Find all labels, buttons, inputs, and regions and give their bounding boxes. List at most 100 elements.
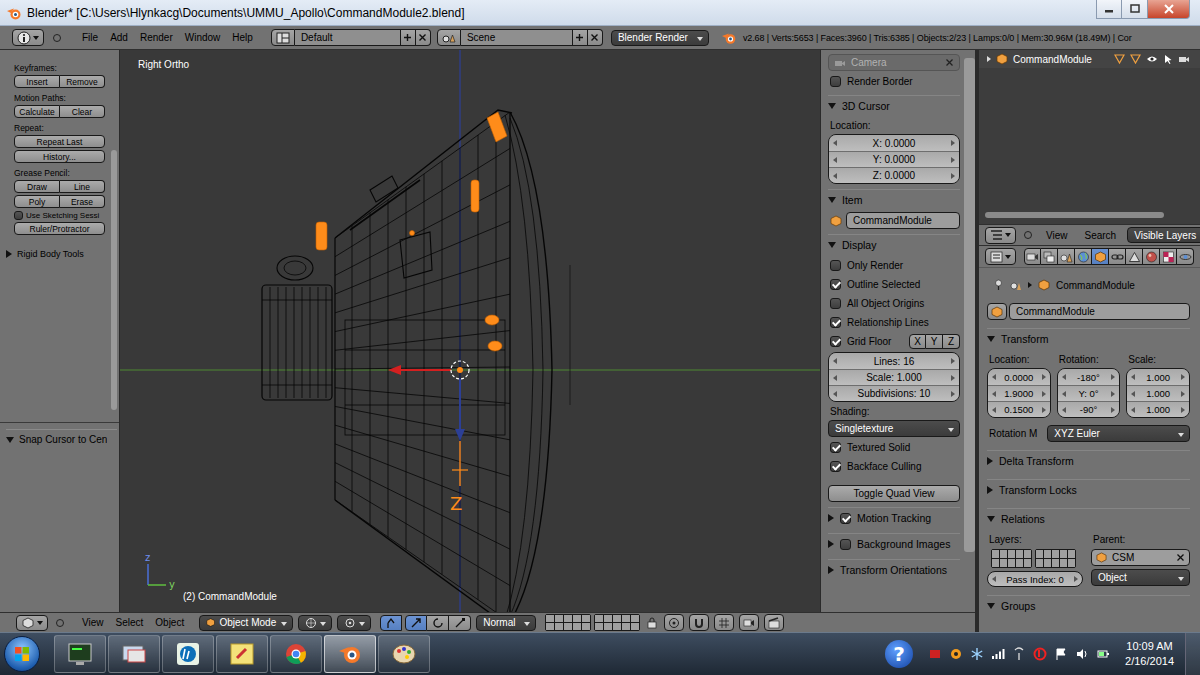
pin-icon[interactable] xyxy=(993,279,1004,291)
layer-toggle[interactable] xyxy=(1016,550,1023,558)
menu-item[interactable]: Help xyxy=(226,32,259,43)
display-mode-dropdown[interactable]: Visible Layers xyxy=(1127,227,1200,243)
layer-toggle[interactable] xyxy=(595,615,603,622)
checkbox-row[interactable]: Render Border xyxy=(828,73,960,90)
layer-toggle[interactable] xyxy=(1000,559,1007,567)
layer-toggle[interactable] xyxy=(613,615,621,622)
panel-header[interactable]: Groups xyxy=(987,595,1190,616)
panel-header[interactable]: Snap Cursor to Cen xyxy=(6,429,117,445)
layer-toggle[interactable] xyxy=(992,559,999,567)
snap-element-button[interactable] xyxy=(714,614,734,631)
layout-browse-button[interactable] xyxy=(271,29,295,46)
layer-toggle[interactable] xyxy=(622,615,630,622)
scene-browse-button[interactable] xyxy=(437,29,461,46)
render-animation-button[interactable] xyxy=(764,614,784,631)
menu-item[interactable]: Object xyxy=(149,617,190,628)
scrollbar[interactable] xyxy=(964,50,975,612)
beats-icon[interactable] xyxy=(1033,647,1047,661)
panel-header[interactable]: Delta Transform xyxy=(987,450,1190,471)
panel-header[interactable]: Background Images xyxy=(828,533,960,554)
app-tray-icon[interactable] xyxy=(928,647,942,661)
layer-toggle[interactable] xyxy=(1008,550,1015,558)
menu-item[interactable]: Render xyxy=(134,32,179,43)
checkbox-row[interactable]: Grid Floor xyxy=(828,333,891,350)
lock-icon[interactable] xyxy=(645,616,659,630)
object-name-field[interactable]: CommandModule xyxy=(846,212,960,229)
panel-header[interactable]: Display xyxy=(828,234,960,255)
tool-button[interactable]: Calculate xyxy=(14,105,60,118)
layer-toggle[interactable] xyxy=(546,615,554,622)
number-field[interactable]: Subdivisions: 10 xyxy=(829,385,959,401)
layer-toggle[interactable] xyxy=(631,623,639,630)
tool-button[interactable]: Ruler/Protractor xyxy=(14,222,105,235)
layer-toggle[interactable] xyxy=(613,623,621,630)
parent-type-dropdown[interactable]: Object xyxy=(1091,569,1190,586)
object-datablock-button[interactable] xyxy=(987,303,1007,320)
layer-toggle[interactable] xyxy=(622,623,630,630)
collapse-menus-icon[interactable] xyxy=(55,618,65,628)
layer-toggle[interactable] xyxy=(573,615,581,622)
camera-icon[interactable] xyxy=(1178,54,1190,64)
layer-toggle[interactable] xyxy=(573,623,581,630)
start-button[interactable] xyxy=(4,636,40,672)
scale-button[interactable] xyxy=(449,615,471,631)
layers-tab[interactable] xyxy=(1041,248,1058,265)
layer-toggle[interactable] xyxy=(1000,550,1007,558)
physics-tab[interactable] xyxy=(1177,248,1194,265)
number-field[interactable]: 1.000 xyxy=(1127,369,1189,385)
layer-toggle[interactable] xyxy=(631,615,639,622)
outliner-row[interactable]: CommandModule xyxy=(979,50,1200,68)
remove-layout-button[interactable] xyxy=(416,29,431,46)
number-field[interactable]: 1.000 xyxy=(1127,385,1189,401)
data-tab[interactable] xyxy=(1126,248,1143,265)
power-icon[interactable] xyxy=(1096,647,1110,661)
panel-header[interactable]: Motion Tracking xyxy=(828,507,960,528)
pivot-point-dropdown[interactable] xyxy=(337,615,371,631)
checkbox[interactable] xyxy=(840,513,851,524)
panel-header[interactable]: Relations xyxy=(987,508,1190,529)
menu-item[interactable]: View xyxy=(76,617,110,628)
render-opengl-button[interactable] xyxy=(739,614,759,631)
layer-toggle[interactable] xyxy=(1052,550,1059,558)
viewport[interactable]: ZzyRight Ortho(2) CommandModule xyxy=(120,50,820,612)
texture-tab[interactable] xyxy=(1160,248,1177,265)
number-field[interactable]: Y: 0° xyxy=(1058,385,1120,401)
axis-toggle[interactable]: X xyxy=(909,334,926,349)
layer-toggle[interactable] xyxy=(1068,550,1075,558)
checkbox[interactable] xyxy=(830,298,841,309)
snap-button[interactable] xyxy=(689,614,709,631)
panel-header[interactable]: 3D Cursor xyxy=(828,95,960,116)
transform-orientation-dropdown[interactable]: Normal xyxy=(476,615,536,631)
clock[interactable]: 10:09 AM2/16/2014 xyxy=(1125,639,1174,669)
checkbox-row[interactable]: Textured Solid xyxy=(828,439,960,456)
minimize-button[interactable] xyxy=(1096,0,1122,19)
axis-toggle[interactable]: Z xyxy=(943,334,960,349)
add-scene-button[interactable] xyxy=(573,29,588,46)
command-module-wireframe[interactable]: Zzy xyxy=(120,50,820,612)
collapse-menus-icon[interactable] xyxy=(1023,230,1033,240)
palette-taskbar-button[interactable] xyxy=(378,635,430,673)
panel-header[interactable]: Transform Locks xyxy=(987,479,1190,500)
checkbox-row[interactable]: Backface Culling xyxy=(828,458,960,475)
number-field[interactable]: X: 0.0000 xyxy=(829,135,959,151)
layer-toggle[interactable] xyxy=(546,623,554,630)
checkbox[interactable] xyxy=(840,539,851,550)
viewport-shading-dropdown[interactable] xyxy=(298,615,332,631)
translate-button[interactable] xyxy=(405,615,427,631)
layer-toggle[interactable] xyxy=(1036,559,1043,567)
tool-button[interactable]: Insert xyxy=(14,75,60,88)
parent-field[interactable]: CSM xyxy=(1091,549,1190,566)
layer-toggle[interactable] xyxy=(1024,559,1031,567)
tool-button[interactable]: Repeat Last xyxy=(14,135,105,148)
menu-item[interactable]: Search xyxy=(1079,230,1123,241)
maximize-button[interactable] xyxy=(1122,0,1148,19)
checkbox[interactable] xyxy=(830,260,841,271)
tool-button[interactable]: Clear xyxy=(60,105,105,118)
number-field[interactable]: -90° xyxy=(1058,401,1120,417)
help-button[interactable]: ? xyxy=(885,640,913,668)
tool-button[interactable]: Line xyxy=(60,180,105,193)
checkbox-row[interactable]: Only Render xyxy=(828,257,960,274)
menu-item[interactable]: File xyxy=(76,32,104,43)
tool-button[interactable]: Remove xyxy=(60,75,105,88)
editor-type-button[interactable] xyxy=(985,227,1016,244)
